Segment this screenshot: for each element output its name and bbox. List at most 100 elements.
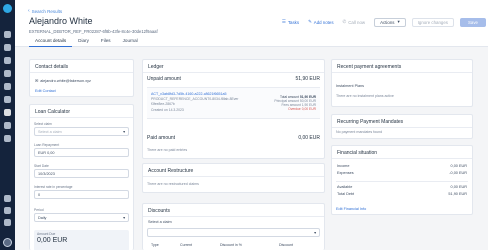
col-type: Type xyxy=(151,243,159,247)
available-row: Available 0,00 EUR xyxy=(332,185,472,189)
dashboard-icon[interactable] xyxy=(4,31,11,38)
note-icon: ✎ xyxy=(308,19,312,24)
breakdown-overdue: Overdue 0,00 EUR xyxy=(288,107,316,111)
financial-divider xyxy=(336,181,468,182)
start-date-label: Start Date xyxy=(34,164,49,168)
tasks-button[interactable]: ☰ Tasks xyxy=(282,19,299,25)
avatar[interactable] xyxy=(3,238,12,247)
period-group: Period Daily ▾ xyxy=(34,208,129,222)
unpaid-label: Unpaid amount xyxy=(147,76,181,82)
phone-icon[interactable] xyxy=(4,70,11,77)
period-value: Daily xyxy=(38,215,47,220)
financial-title: Financial situation xyxy=(332,146,472,159)
ledger-item-ref[interactable]: ACT_x3ab8fd3-7d5b-4160-a222-c8621f6651a5 xyxy=(151,92,227,96)
logo-icon[interactable] xyxy=(3,4,12,13)
expenses-row: Expenses -0,00 EUR xyxy=(332,171,472,175)
available-value: 0,00 EUR xyxy=(450,185,467,189)
bell-icon[interactable] xyxy=(4,207,11,214)
ledger-title: Ledger xyxy=(143,60,324,73)
save-button[interactable]: Save xyxy=(459,17,486,27)
total-debt-value: 51,90 EUR xyxy=(448,192,467,196)
total-debt-label: Total Debt xyxy=(337,192,355,196)
add-notes-button[interactable]: ✎ Add notes xyxy=(308,19,333,25)
back-link[interactable]: ‹ Search Results xyxy=(28,8,62,14)
recurring-card: Recurring Payment Mandates No payment ma… xyxy=(331,114,473,139)
phone-icon: ✆ xyxy=(342,19,347,24)
expenses-value: -0,00 EUR xyxy=(449,171,467,175)
user-icon[interactable] xyxy=(4,195,11,202)
contact-card: Contact details ✉ alejandro.white@fakers… xyxy=(29,59,134,97)
discount-claim-select[interactable]: ▾ xyxy=(147,228,320,237)
discounts-card: Discounts Select a claim ▾ Type Current … xyxy=(142,203,325,250)
ledger-item-created: Created on 14.3.2023 xyxy=(151,108,184,112)
email-row: ✉ alejandro.white@fakerson.xyz xyxy=(35,78,91,84)
chevron-left-icon: ‹ xyxy=(28,8,30,14)
ignore-changes-button[interactable]: Ignore changes xyxy=(411,17,454,27)
recurring-title: Recurring Payment Mandates xyxy=(332,115,472,128)
actions-dropdown[interactable]: Actions ▾ xyxy=(374,17,406,27)
ledger-card: Ledger Unpaid amount 51,90 EUR ACT_x3ab8… xyxy=(142,59,325,159)
discount-select-label: Select a claim xyxy=(148,220,172,224)
tab-bar: Account details Diary Files Journal xyxy=(29,38,144,47)
tab-account-details[interactable]: Account details xyxy=(29,38,73,47)
loan-repayment-group: Loan Repayment EUR 0,00 xyxy=(34,143,129,157)
ledger-breakdown: Total amount 51,90 EUR Principal amount … xyxy=(274,95,316,111)
start-date-input[interactable]: 10/3/2023 xyxy=(34,169,129,178)
amount-due-label: Amount Due xyxy=(37,232,56,236)
chevron-down-icon: ▾ xyxy=(314,231,316,235)
tab-files[interactable]: Files xyxy=(95,38,117,47)
edit-contact-link[interactable]: Edit Contact xyxy=(35,89,56,93)
loan-calculator-card: Loan Calculator Select claim Select a cl… xyxy=(29,104,134,250)
discounts-title: Discounts xyxy=(143,204,324,217)
loan-repayment-input[interactable]: EUR 0,00 xyxy=(34,148,129,157)
tasks-icon: ☰ xyxy=(281,19,286,24)
recent-payment-title: Recent payment agreements xyxy=(332,60,472,73)
tab-journal[interactable]: Journal xyxy=(117,38,144,47)
amount-due-box: Amount Due 0,00 EUR xyxy=(34,230,129,250)
interest-rate-value: 0 xyxy=(38,192,41,197)
paid-row: Paid amount 0,00 EUR xyxy=(147,135,320,141)
call-now-button[interactable]: ✆ Call now xyxy=(343,19,366,25)
calendar-icon[interactable] xyxy=(4,57,11,64)
available-label: Available xyxy=(337,185,353,189)
select-claim-dropdown[interactable]: Select a claim ▾ xyxy=(34,127,129,136)
select-claim-placeholder: Select a claim xyxy=(38,129,62,134)
unpaid-value: 51,90 EUR xyxy=(295,76,320,82)
installment-plans-label: Instalment Plans xyxy=(336,84,365,88)
tab-diary[interactable]: Diary xyxy=(72,38,95,47)
interest-rate-label: Interest rate in percentage xyxy=(34,185,73,189)
back-label: Search Results xyxy=(31,8,63,14)
settings-icon[interactable] xyxy=(4,135,11,142)
globe-icon[interactable] xyxy=(4,96,11,103)
loan-repayment-label: Loan Repayment xyxy=(34,143,60,147)
col-current: Current xyxy=(180,243,192,247)
interest-rate-input[interactable]: 0 xyxy=(34,190,129,199)
chart-icon[interactable] xyxy=(4,122,11,129)
expenses-label: Expenses xyxy=(337,171,354,175)
financial-group-1: Income 0,00 EUR Expenses -0,00 EUR xyxy=(332,164,472,175)
email-value: alejandro.white@fakerson.xyz xyxy=(40,78,91,83)
recurring-empty-text: No payment mandates found xyxy=(336,130,383,134)
edit-financial-link[interactable]: Edit Financial Info xyxy=(336,207,366,211)
external-reference: EXTERNAL_DEBTOR_REF_FR02287-6f8b-43fe-8c… xyxy=(29,29,158,34)
paid-value: 0,00 EUR xyxy=(298,135,320,141)
mail-icon: ✉ xyxy=(35,79,39,83)
start-date-group: Start Date 10/3/2023 xyxy=(34,164,129,178)
income-label: Income xyxy=(337,164,350,168)
ledger-item-product: PRODUCT_REFERENCE_ACCOUNT0-8034-f8fab-8E… xyxy=(151,97,239,101)
paid-label: Paid amount xyxy=(147,135,176,141)
income-row: Income 0,00 EUR xyxy=(332,164,472,168)
chevron-down-icon: ▾ xyxy=(123,130,125,134)
no-paid-text: There are no paid entries xyxy=(147,148,188,152)
page-title: Alejandro White xyxy=(29,16,93,26)
mail-icon[interactable] xyxy=(4,83,11,90)
discount-table-header: Type Current Discount in % Discount xyxy=(151,243,318,247)
help-icon[interactable] xyxy=(4,219,11,226)
ledger-item-line3: f3fee8ee-2867b xyxy=(151,102,175,106)
start-date-value: 10/3/2023 xyxy=(38,171,55,176)
inbox-icon[interactable] xyxy=(4,44,11,51)
users-icon[interactable] xyxy=(4,109,11,116)
header-actions: ☰ Tasks ✎ Add notes ✆ Call now Actions ▾… xyxy=(282,17,488,27)
ledger-item[interactable]: ACT_x3ab8fd3-7d5b-4160-a222-c8621f6651a5… xyxy=(147,87,320,119)
period-select[interactable]: Daily ▾ xyxy=(34,213,129,222)
